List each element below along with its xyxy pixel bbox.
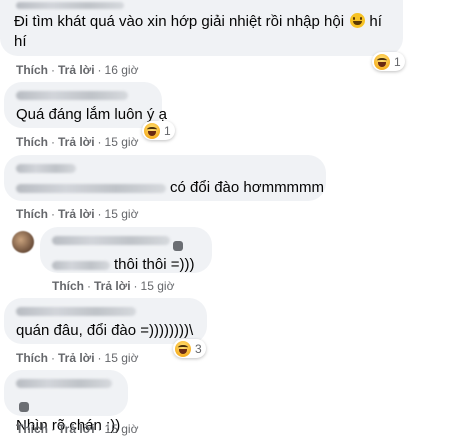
comment-bubble-3: có đổi đào hơmmmmm [4, 155, 326, 201]
separator: · [87, 279, 91, 293]
separator: · [97, 63, 102, 77]
timestamp[interactable]: 15 giờ [105, 207, 139, 221]
separator: · [51, 135, 55, 149]
separator: · [51, 422, 55, 436]
timestamp[interactable]: 15 giờ [141, 279, 175, 293]
separator: · [97, 207, 102, 221]
comment-text: thôi thôi =))) [114, 256, 195, 273]
like-link[interactable]: Thích [16, 422, 48, 436]
timestamp[interactable]: 15 giờ [105, 135, 139, 149]
comment-actions: Thích · Trả lời · 15 giờ [16, 422, 138, 436]
reaction-count: 1 [394, 54, 401, 69]
like-link[interactable]: Thích [16, 351, 48, 365]
smiling-face-icon [350, 13, 366, 28]
comment-text: Quá đáng lắm luôn ý ạ [16, 106, 167, 123]
comment-actions: Thích · Trả lời · 15 giờ [16, 135, 138, 149]
haha-reaction-icon [144, 122, 160, 139]
comment-bubble-2: Quá đáng lắm luôn ý ạ [4, 82, 167, 128]
tagged-name-blurred[interactable] [16, 183, 166, 193]
comment-bubble-1: Đi tìm khát quá vào xin hớp giải nhiệt r… [0, 0, 403, 56]
reply-link[interactable]: Trả lời [58, 207, 95, 221]
comment-actions: Thích · Trả lời · 15 giờ [16, 351, 138, 365]
haha-reaction-icon [175, 340, 191, 357]
comment-text: Đi tìm khát quá vào xin hớp giải nhiệt r… [14, 13, 345, 30]
separator: · [51, 351, 55, 365]
waving-hand-icon [19, 401, 29, 412]
tagged-name-blurred[interactable] [52, 260, 110, 270]
separator: · [97, 351, 102, 365]
comment-bubble-5: quán đâu, đổi đào =))))))))\ [4, 298, 207, 344]
commenter-name-blurred[interactable] [16, 379, 112, 388]
waving-hand-icon [173, 240, 183, 251]
reaction-badge[interactable]: 1 [372, 52, 405, 71]
comment-actions: Thích · Trả lời · 16 giờ [16, 63, 138, 77]
reply-link[interactable]: Trả lời [94, 279, 131, 293]
separator: · [51, 207, 55, 221]
like-link[interactable]: Thích [16, 135, 48, 149]
comment-actions: Thích · Trả lời · 15 giờ [16, 207, 138, 221]
separator: · [133, 279, 138, 293]
comment-bubble-6: Nhìn rõ chán :)) [4, 370, 128, 434]
reaction-badge[interactable]: 1 [142, 121, 175, 140]
like-link[interactable]: Thích [52, 279, 84, 293]
reply-link[interactable]: Trả lời [58, 63, 95, 77]
timestamp[interactable]: 15 giờ [105, 351, 139, 365]
separator: · [97, 422, 102, 436]
comment-text-line2: hí [14, 33, 27, 50]
reply-link[interactable]: Trả lời [58, 422, 95, 436]
haha-reaction-icon [374, 53, 390, 70]
comment-text: quán đâu, đổi đào =))))))))\ [16, 322, 194, 339]
commenter-name-blurred[interactable] [52, 236, 170, 245]
comment-text: có đổi đào hơmmmmm [170, 179, 325, 196]
timestamp[interactable]: 15 giờ [105, 422, 139, 436]
comment-bubble-4: thôi thôi =))) [40, 227, 212, 273]
reply-link[interactable]: Trả lời [58, 351, 95, 365]
commenter-name-blurred[interactable] [16, 91, 128, 100]
reaction-count: 1 [164, 123, 171, 138]
timestamp[interactable]: 16 giờ [105, 63, 139, 77]
avatar[interactable] [12, 231, 34, 253]
separator: · [51, 63, 55, 77]
comment-actions: Thích · Trả lời · 15 giờ [52, 279, 174, 293]
reaction-badge[interactable]: 3 [173, 339, 206, 358]
like-link[interactable]: Thích [16, 63, 48, 77]
commenter-name-blurred[interactable] [16, 307, 136, 316]
separator: · [97, 135, 102, 149]
commenter-name-blurred[interactable] [16, 2, 124, 9]
reaction-count: 3 [195, 341, 202, 356]
comment-text-suffix: hí [369, 13, 382, 30]
like-link[interactable]: Thích [16, 207, 48, 221]
reply-link[interactable]: Trả lời [58, 135, 95, 149]
commenter-name-blurred[interactable] [16, 164, 76, 173]
